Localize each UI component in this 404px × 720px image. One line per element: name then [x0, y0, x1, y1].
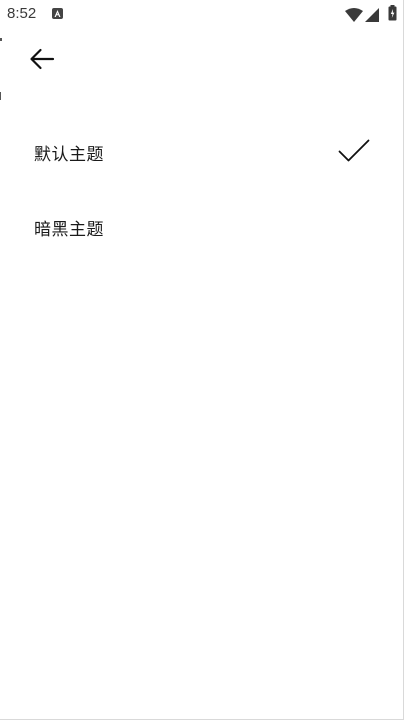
theme-settings-screen: 8:52 默认主题 暗黑主题 — [0, 0, 404, 720]
checkmark-icon — [338, 139, 370, 167]
back-button[interactable] — [22, 42, 62, 76]
theme-option-label: 默认主题 — [34, 145, 104, 165]
battery-icon — [388, 5, 397, 25]
arrow-left-icon — [30, 48, 55, 70]
edge-mark — [0, 38, 2, 41]
signal-icon — [365, 7, 379, 26]
theme-option-label: 暗黑主题 — [34, 220, 104, 240]
status-time: 8:52 — [7, 5, 37, 22]
theme-list: 默认主题 暗黑主题 — [0, 115, 404, 265]
wifi-icon — [345, 7, 363, 26]
edge-mark — [0, 92, 1, 100]
theme-option-dark[interactable]: 暗黑主题 — [0, 190, 404, 265]
status-bar: 8:52 — [0, 0, 404, 28]
theme-option-default[interactable]: 默认主题 — [0, 115, 404, 190]
notification-a-icon — [52, 8, 63, 19]
